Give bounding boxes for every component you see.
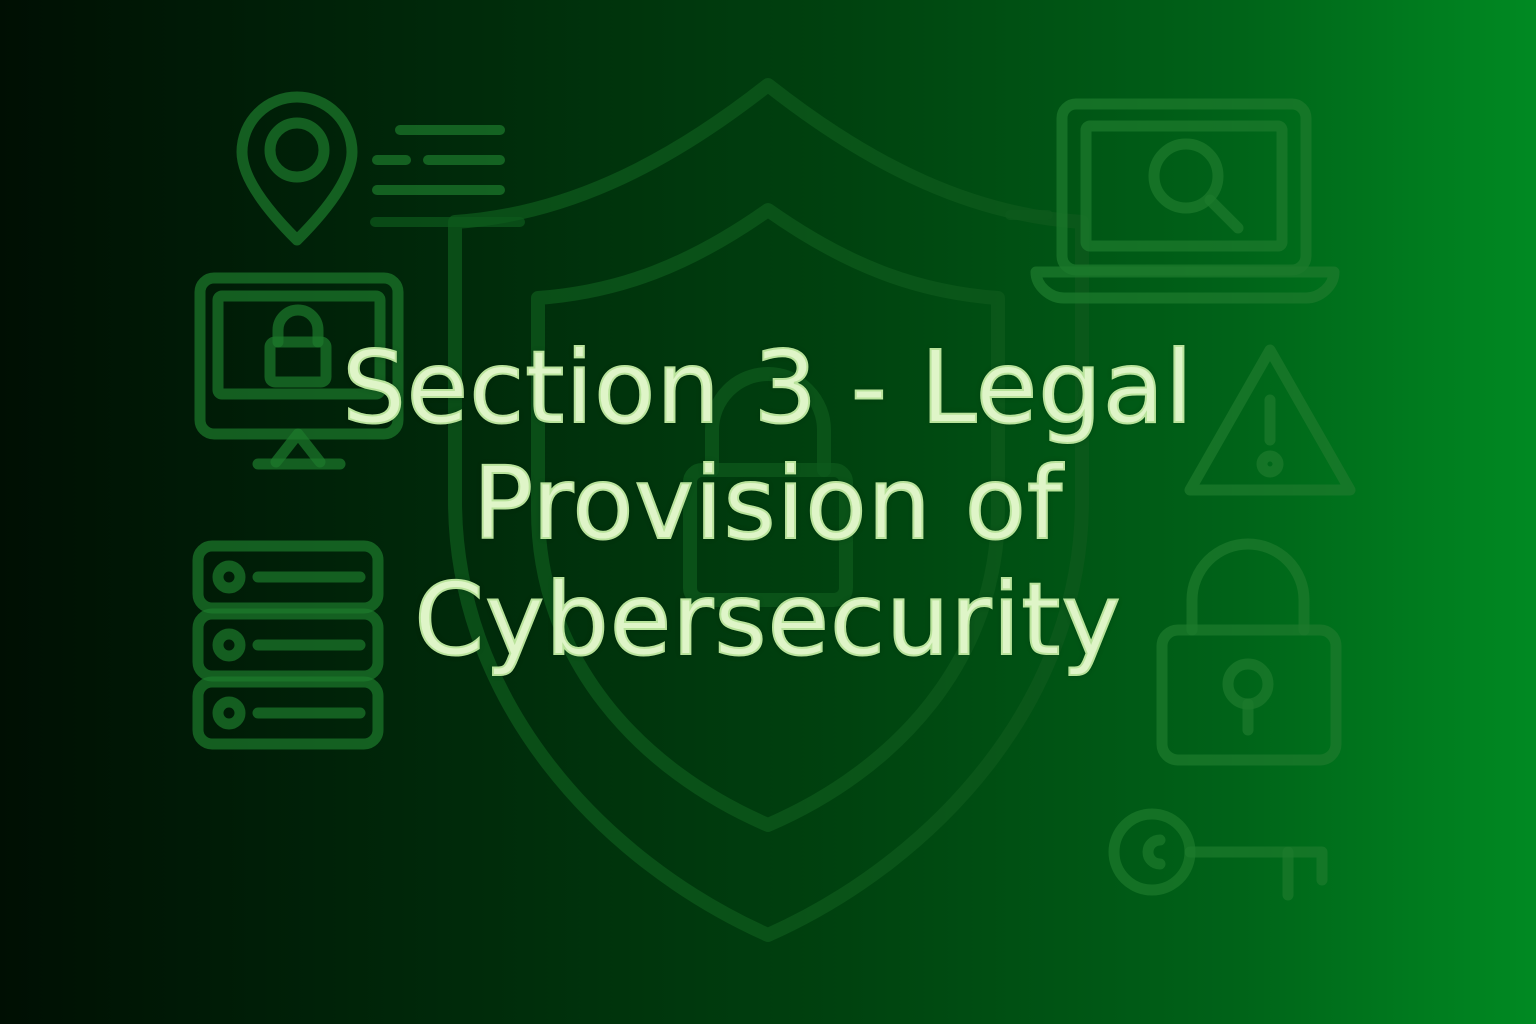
- laptop-search-icon: [1030, 98, 1340, 304]
- page-title: Section 3 - Legal Provision of Cybersecu…: [218, 329, 1318, 679]
- text-lines-icon: [372, 125, 505, 195]
- location-pin-icon: [236, 91, 358, 246]
- title-line-1: Section 3 - Legal: [341, 329, 1194, 447]
- title-line-2: Provision of: [472, 445, 1064, 563]
- key-icon: [1108, 808, 1328, 901]
- title-line-3: Cybersecurity: [413, 561, 1122, 679]
